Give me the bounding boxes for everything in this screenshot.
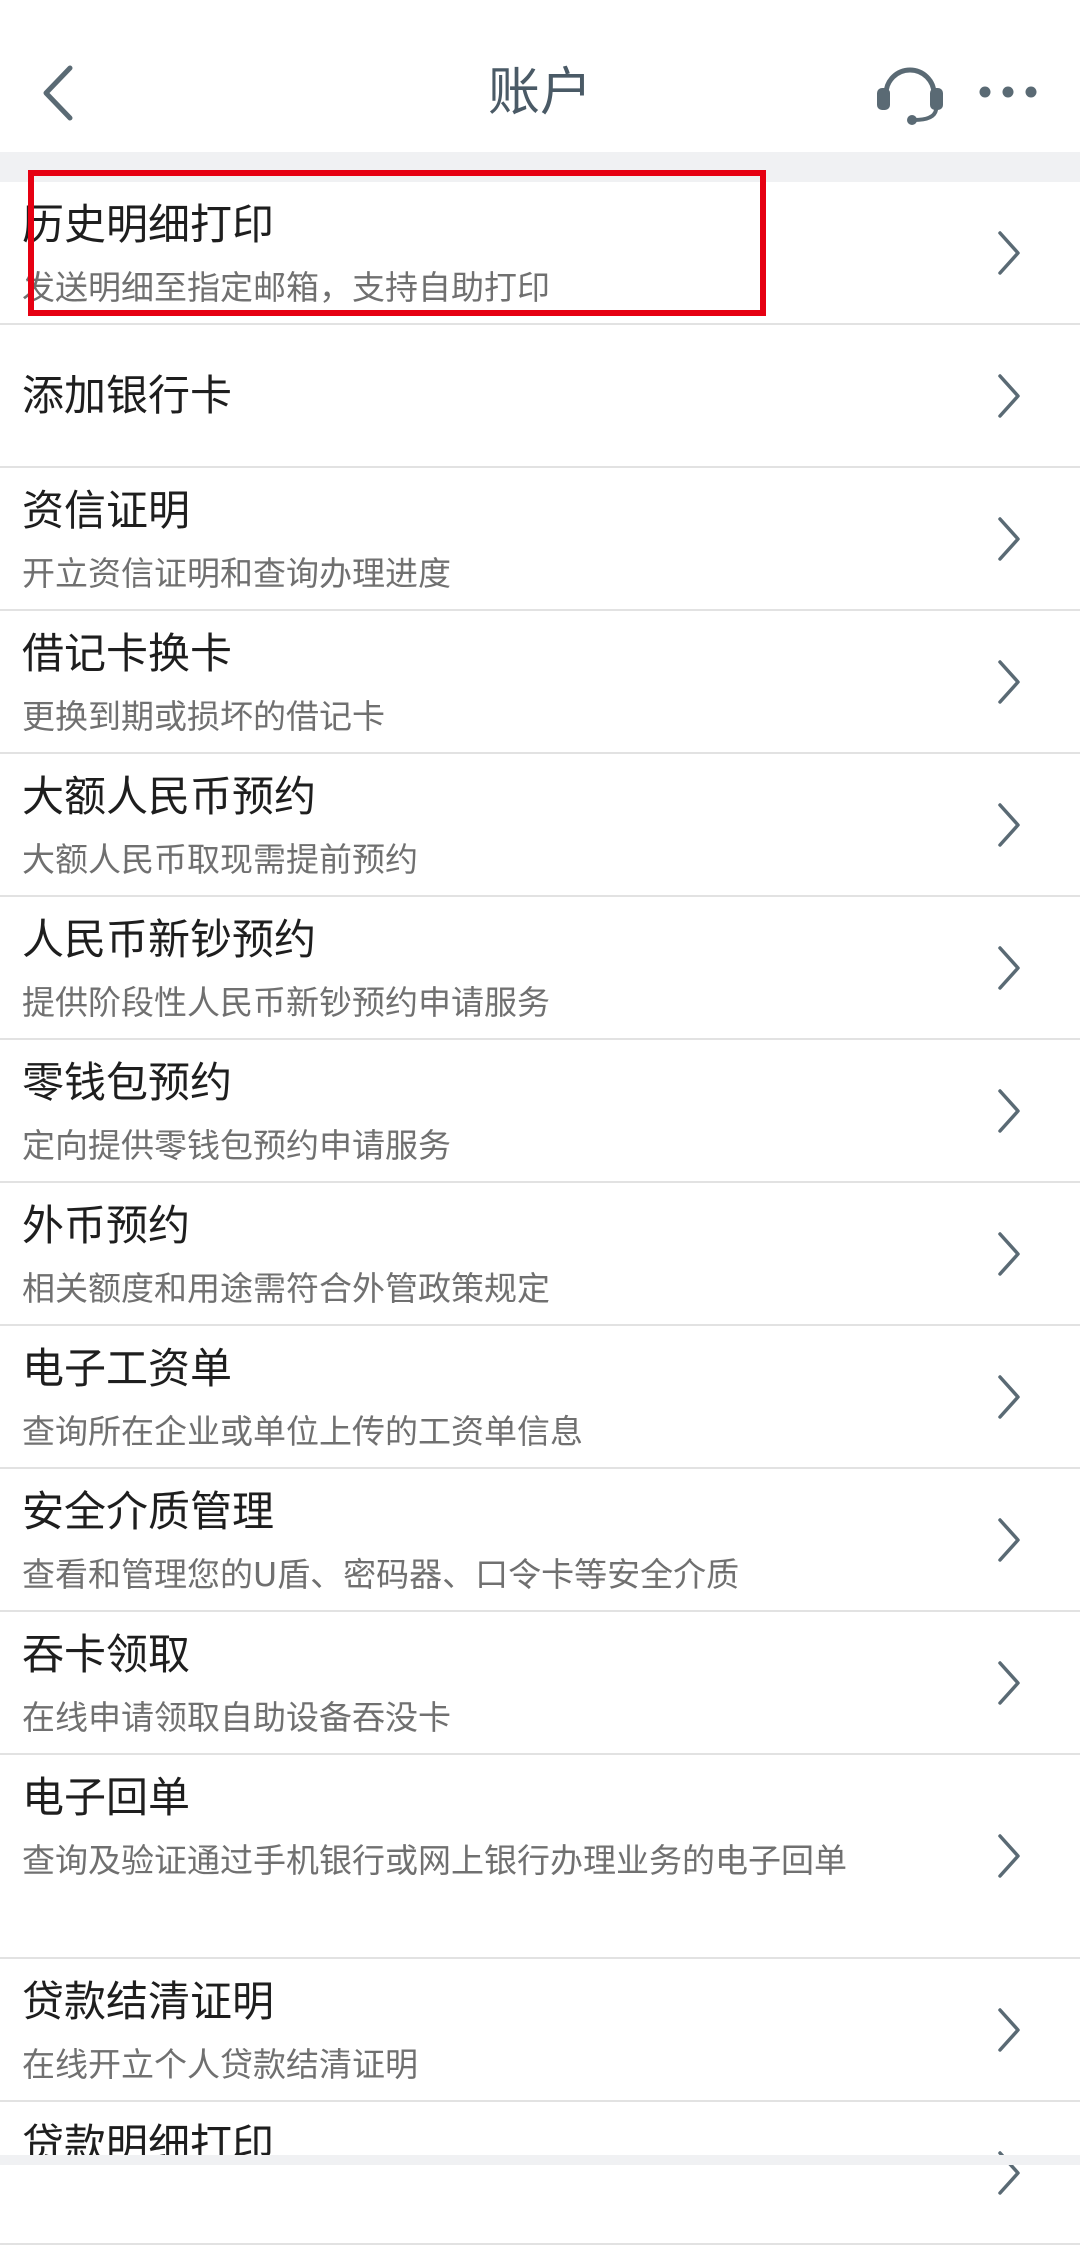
bottom-edge bbox=[0, 2155, 1080, 2165]
back-button[interactable] bbox=[28, 48, 88, 138]
item-title: 历史明细打印 bbox=[22, 200, 275, 249]
account-service-list: 历史明细打印 发送明细至指定邮箱，支持自助打印 添加银行卡 资信证明 开立资信证… bbox=[0, 182, 1080, 2245]
chevron-left-icon bbox=[43, 65, 73, 121]
item-subtitle: 查看和管理您的U盾、密码器、口令卡等安全介质 bbox=[22, 1555, 740, 1594]
list-item-add-bank-card[interactable]: 添加银行卡 bbox=[0, 325, 1080, 468]
list-item-history-statement-print[interactable]: 历史明细打印 发送明细至指定邮箱，支持自助打印 bbox=[0, 182, 1080, 325]
item-title: 电子回单 bbox=[22, 1773, 191, 1822]
item-title: 电子工资单 bbox=[22, 1344, 233, 1393]
chevron-right-icon bbox=[998, 1660, 1020, 1705]
chevron-right-icon bbox=[998, 1088, 1020, 1133]
headset-icon bbox=[877, 67, 943, 125]
chevron-right-icon bbox=[998, 1231, 1020, 1276]
item-subtitle: 更换到期或损坏的借记卡 bbox=[22, 697, 385, 736]
list-item-electronic-receipt[interactable]: 电子回单 查询及验证通过手机银行或网上银行办理业务的电子回单 bbox=[0, 1755, 1080, 1959]
item-title: 添加银行卡 bbox=[22, 371, 233, 420]
item-subtitle: 查询所在企业或单位上传的工资单信息 bbox=[22, 1412, 583, 1451]
chevron-right-icon bbox=[998, 516, 1020, 561]
list-item-foreign-currency-reservation[interactable]: 外币预约 相关额度和用途需符合外管政策规定 bbox=[0, 1183, 1080, 1326]
item-title: 贷款明细打印 bbox=[22, 2120, 275, 2169]
more-button[interactable] bbox=[970, 70, 1046, 114]
chevron-right-icon bbox=[998, 373, 1020, 418]
list-item-swallowed-card-retrieval[interactable]: 吞卡领取 在线申请领取自助设备吞没卡 bbox=[0, 1612, 1080, 1755]
item-subtitle: 相关额度和用途需符合外管政策规定 bbox=[22, 1269, 550, 1308]
header-bar: 账户 bbox=[0, 0, 1080, 152]
item-subtitle: 提供阶段性人民币新钞预约申请服务 bbox=[22, 983, 550, 1022]
item-subtitle: 在线开立个人贷款结清证明 bbox=[22, 2045, 418, 2084]
item-subtitle: 发送明细至指定邮箱，支持自助打印 bbox=[22, 268, 550, 307]
chevron-right-icon bbox=[998, 1374, 1020, 1419]
chevron-right-icon bbox=[998, 659, 1020, 704]
list-item-loan-settlement-certificate[interactable]: 贷款结清证明 在线开立个人贷款结清证明 bbox=[0, 1959, 1080, 2102]
list-item-debit-card-replacement[interactable]: 借记卡换卡 更换到期或损坏的借记卡 bbox=[0, 611, 1080, 754]
chevron-right-icon bbox=[998, 230, 1020, 275]
chevron-right-icon bbox=[998, 1834, 1020, 1878]
list-item-security-media-management[interactable]: 安全介质管理 查看和管理您的U盾、密码器、口令卡等安全介质 bbox=[0, 1469, 1080, 1612]
item-title: 零钱包预约 bbox=[22, 1058, 233, 1107]
section-divider bbox=[0, 152, 1080, 182]
list-item-loan-statement-print[interactable]: 贷款明细打印 bbox=[0, 2102, 1080, 2245]
list-item-large-rmb-reservation[interactable]: 大额人民币预约 大额人民币取现需提前预约 bbox=[0, 754, 1080, 897]
chevron-right-icon bbox=[998, 802, 1020, 847]
item-title: 外币预约 bbox=[22, 1201, 191, 1250]
item-title: 借记卡换卡 bbox=[22, 629, 233, 678]
list-item-electronic-payslip[interactable]: 电子工资单 查询所在企业或单位上传的工资单信息 bbox=[0, 1326, 1080, 1469]
more-dots-icon bbox=[979, 86, 1037, 98]
chevron-right-icon bbox=[998, 945, 1020, 990]
item-title: 大额人民币预约 bbox=[22, 772, 317, 821]
item-title: 安全介质管理 bbox=[22, 1487, 275, 1536]
item-subtitle: 查询及验证通过手机银行或网上银行办理业务的电子回单 bbox=[22, 1841, 847, 1880]
list-item-new-banknote-reservation[interactable]: 人民币新钞预约 提供阶段性人民币新钞预约申请服务 bbox=[0, 897, 1080, 1040]
item-subtitle: 在线申请领取自助设备吞没卡 bbox=[22, 1698, 451, 1737]
chevron-right-icon bbox=[998, 2007, 1020, 2052]
item-title: 人民币新钞预约 bbox=[22, 915, 317, 964]
customer-service-button[interactable] bbox=[856, 52, 964, 132]
item-title: 资信证明 bbox=[22, 486, 191, 535]
item-subtitle: 定向提供零钱包预约申请服务 bbox=[22, 1126, 451, 1165]
list-item-credit-certificate[interactable]: 资信证明 开立资信证明和查询办理进度 bbox=[0, 468, 1080, 611]
list-item-change-pack-reservation[interactable]: 零钱包预约 定向提供零钱包预约申请服务 bbox=[0, 1040, 1080, 1183]
item-subtitle: 开立资信证明和查询办理进度 bbox=[22, 554, 451, 593]
item-title: 贷款结清证明 bbox=[22, 1977, 275, 2026]
item-subtitle: 大额人民币取现需提前预约 bbox=[22, 840, 418, 879]
item-title: 吞卡领取 bbox=[22, 1630, 191, 1679]
chevron-right-icon bbox=[998, 1517, 1020, 1562]
